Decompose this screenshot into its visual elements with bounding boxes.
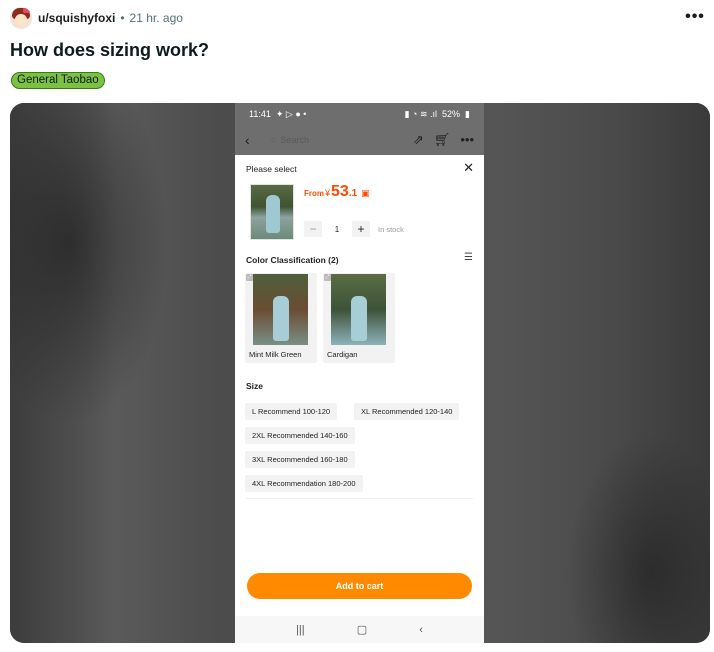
size-option-3xl[interactable]: 3XL Recommended 160-180: [245, 451, 355, 468]
coupon-icon[interactable]: ▣: [361, 188, 370, 199]
search-icon: ○: [271, 135, 277, 145]
zoom-icon[interactable]: ⤢: [324, 274, 331, 281]
status-time: 11:41: [249, 109, 271, 119]
price-currency: ¥: [325, 188, 331, 198]
sku-select-sheet: Please select ✕ From ¥ 53 .1 ▣ − 1 + In …: [235, 155, 484, 616]
increment-button[interactable]: +: [352, 221, 370, 237]
user-avatar[interactable]: [10, 7, 32, 29]
color-option-image: [253, 274, 308, 345]
quantity-stepper: − 1 + In stock: [304, 221, 404, 237]
quantity-value[interactable]: 1: [322, 225, 352, 234]
system-nav-bar: ||| ▢ ‹: [235, 616, 484, 643]
color-classification-label: Color Classification (2): [246, 255, 339, 265]
cart-icon[interactable]: 🛒︎: [434, 132, 451, 148]
post-flair[interactable]: General Taobao: [11, 72, 105, 89]
color-option-cardigan[interactable]: ⤢ Cardigan: [323, 273, 395, 363]
sheet-title: Please select: [246, 164, 297, 174]
post-title[interactable]: How does sizing work?: [10, 40, 209, 61]
size-label: Size: [246, 381, 264, 391]
battery-level: 52%: [442, 109, 461, 119]
price-from-label: From: [304, 189, 324, 198]
more-options-icon[interactable]: •••: [685, 8, 704, 26]
size-option-4xl[interactable]: 4XL Recommendation 180-200: [245, 475, 363, 492]
system-back-icon[interactable]: ‹: [419, 624, 423, 636]
share-icon[interactable]: ⇗: [413, 132, 424, 148]
post-time: 21 hr. ago: [129, 11, 183, 25]
size-option-l[interactable]: L Recommend 100-120: [245, 403, 338, 420]
phone-screenshot: 11:41 ✦ ▷ ● • ▮ ◔ ≋ .ıl 52% ▮ ‹ ○ Search…: [235, 103, 484, 643]
stock-status: In stock: [378, 224, 404, 234]
color-option-name: Mint Milk Green: [249, 350, 302, 359]
color-option-name: Cardigan: [327, 350, 358, 359]
back-arrow-icon[interactable]: ‹: [245, 132, 261, 148]
color-option-image: [331, 274, 386, 345]
home-icon[interactable]: ▢: [357, 623, 367, 636]
search-placeholder: Search: [280, 135, 309, 145]
size-option-xl[interactable]: XL Recommended 120-140: [354, 403, 460, 420]
close-icon[interactable]: ✕: [463, 160, 474, 176]
more-icon[interactable]: •••: [460, 132, 474, 148]
search-box[interactable]: ○ Search: [271, 135, 309, 145]
post-header: u/squishyfoxi • 21 hr. ago •••: [10, 6, 704, 30]
price: From ¥ 53 .1 ▣: [304, 183, 370, 201]
zoom-icon[interactable]: ⤢: [246, 274, 253, 281]
size-option-2xl[interactable]: 2XL Recommended 140-160: [245, 427, 355, 444]
battery-icon: ▮: [465, 108, 470, 119]
notification-icons: ✦ ▷ ● •: [275, 108, 307, 119]
status-bar: 11:41 ✦ ▷ ● • ▮ ◔ ≋ .ıl 52% ▮: [235, 103, 484, 125]
app-nav-bar: ‹ ○ Search ⇗ 🛒︎ •••: [235, 125, 484, 155]
price-decimal: .1: [348, 188, 358, 199]
price-integer: 53: [331, 183, 349, 200]
recent-apps-icon[interactable]: |||: [296, 624, 305, 636]
add-to-cart-button[interactable]: Add to cart: [247, 573, 472, 599]
color-option-mint-milk-green[interactable]: ⤢ Mint Milk Green: [245, 273, 317, 363]
decrement-button[interactable]: −: [304, 221, 322, 237]
divider: [246, 498, 473, 499]
list-view-icon[interactable]: ☰: [464, 252, 473, 263]
product-thumbnail[interactable]: [250, 184, 294, 240]
username-link[interactable]: u/squishyfoxi: [38, 11, 115, 25]
post-media[interactable]: 11:41 ✦ ▷ ● • ▮ ◔ ≋ .ıl 52% ▮ ‹ ○ Search…: [10, 103, 710, 643]
separator-dot: •: [120, 11, 125, 25]
signal-icons: ▮ ◔ ≋ .ıl: [404, 108, 438, 119]
